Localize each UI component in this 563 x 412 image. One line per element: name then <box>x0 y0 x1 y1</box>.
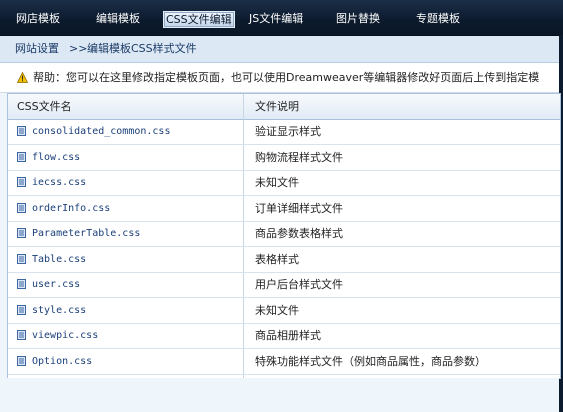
nav-item-css-edit[interactable]: CSS文件编辑 <box>163 11 235 28</box>
css-file-link[interactable]: Table.css <box>32 253 86 266</box>
css-file-link[interactable]: ParameterTable.css <box>32 227 140 240</box>
css-file-link[interactable]: viewpic.css <box>32 329 98 342</box>
table-row: flow.css 购物流程样式文件 <box>8 145 560 171</box>
file-description: 购物流程样式文件 <box>255 151 343 164</box>
breadcrumb-current: 编辑模板CSS样式文件 <box>87 42 197 55</box>
page-footer-space <box>0 378 559 412</box>
css-file-link[interactable]: flow.css <box>32 151 80 164</box>
file-icon <box>17 228 26 238</box>
file-description: 表格样式 <box>255 253 299 266</box>
column-header-filename: CSS文件名 <box>17 100 72 113</box>
file-icon <box>17 330 26 340</box>
file-description: 用户后台样式文件 <box>255 278 343 291</box>
file-icon <box>17 254 26 264</box>
css-file-link[interactable]: orderInfo.css <box>32 202 110 215</box>
nav-item-image-replace[interactable]: 图片替换 <box>336 11 380 27</box>
table-row: user.css 用户后台样式文件 <box>8 272 560 298</box>
nav-item-topic-templates[interactable]: 专题模板 <box>416 11 460 27</box>
file-description: 未知文件 <box>255 304 299 317</box>
file-icon <box>17 126 26 136</box>
css-file-link[interactable]: user.css <box>32 278 80 291</box>
css-file-link[interactable]: consolidated_common.css <box>32 125 170 138</box>
warning-icon <box>17 72 28 83</box>
breadcrumb-root[interactable]: 网站设置 <box>15 42 59 56</box>
file-icon <box>17 203 26 213</box>
file-description: 商品相册样式 <box>255 329 321 342</box>
nav-item-js-edit[interactable]: JS文件编辑 <box>249 11 303 27</box>
file-description: 未知文件 <box>255 176 299 189</box>
file-icon <box>17 356 26 366</box>
file-icon <box>17 177 26 187</box>
column-header-description: 文件说明 <box>255 100 299 113</box>
table-row: ParameterTable.css 商品参数表格样式 <box>8 221 560 247</box>
file-description: 订单详细样式文件 <box>255 202 343 215</box>
file-description: 验证显示样式 <box>255 125 321 138</box>
table-row: Option.css 特殊功能样式文件（例如商品属性，商品参数） <box>8 349 560 375</box>
nav-item-shop-templates[interactable]: 网店模板 <box>16 11 60 27</box>
css-file-table: CSS文件名 文件说明 consolidated_common.css 验证显示样… <box>7 93 561 379</box>
table-row: Table.css 表格样式 <box>8 247 560 273</box>
file-description: 特殊功能样式文件（例如商品属性，商品参数） <box>255 355 486 368</box>
breadcrumb: 网站设置 >> 编辑模板CSS样式文件 <box>0 36 559 63</box>
nav-item-edit-templates[interactable]: 编辑模板 <box>96 11 140 27</box>
help-bar: 帮助：您可以在这里修改指定模板页面，也可以使用Dreamweaver等编辑器修改… <box>0 63 559 93</box>
file-description: 商品参数表格样式 <box>255 227 343 240</box>
table-header: CSS文件名 文件说明 <box>8 94 560 120</box>
top-nav-bar: 网店模板 编辑模板 CSS文件编辑 JS文件编辑 图片替换 专题模板 <box>0 0 563 36</box>
file-icon <box>17 279 26 289</box>
table-row: consolidated_common.css 验证显示样式 <box>8 119 560 145</box>
table-row: iecss.css 未知文件 <box>8 170 560 196</box>
help-text: 帮助：您可以在这里修改指定模板页面，也可以使用Dreamweaver等编辑器修改… <box>33 71 540 84</box>
css-file-link[interactable]: iecss.css <box>32 176 86 189</box>
file-icon <box>17 305 26 315</box>
table-row: style.css 未知文件 <box>8 298 560 324</box>
css-file-link[interactable]: Option.css <box>32 355 92 368</box>
table-row: viewpic.css 商品相册样式 <box>8 323 560 349</box>
css-file-link[interactable]: style.css <box>32 304 86 317</box>
breadcrumb-separator: >> <box>69 42 88 55</box>
table-row: orderInfo.css 订单详细样式文件 <box>8 196 560 222</box>
file-icon <box>17 152 26 162</box>
